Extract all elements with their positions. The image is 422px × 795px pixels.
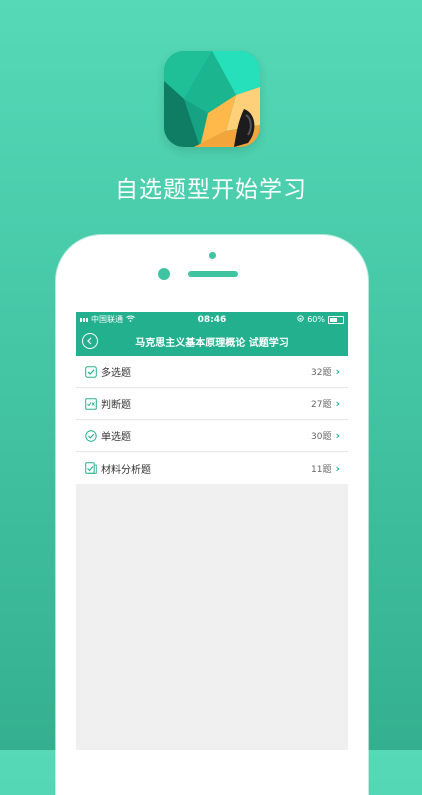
list-item-label: 材料分析题: [101, 464, 151, 476]
list-item-label: 多选题: [101, 368, 131, 379]
phone-camera: [209, 252, 216, 259]
status-bar: 中国联通 08:46 60%: [76, 312, 348, 327]
list-item-count: 27题: [311, 400, 332, 410]
phone-screen: 中国联通 08:46 60% 马克思主义基本原理概论 试题学习 多选题 32题 …: [76, 312, 348, 750]
battery-percent: 60%: [307, 315, 325, 324]
chevron-right-icon: ›: [335, 461, 340, 475]
list-item-label: 判断题: [101, 400, 131, 411]
carrier-label: 中国联通: [91, 315, 123, 324]
wifi-icon: [126, 315, 135, 324]
list-item-count: 11题: [311, 464, 332, 475]
back-arrow-icon: [87, 337, 92, 345]
checkbox-icon: [84, 365, 97, 378]
chevron-right-icon: ›: [335, 429, 340, 442]
tagline: 自选题型开始学习: [115, 177, 307, 203]
signal-icon: [80, 317, 88, 322]
chevron-right-icon: ›: [335, 397, 340, 410]
list-item-count: 30题: [311, 432, 332, 442]
list-item-material-analysis[interactable]: 材料分析题 11题 ›: [76, 452, 348, 484]
phone-speaker: [188, 271, 238, 277]
phone-sensor: [158, 268, 170, 280]
true-false-icon: [84, 397, 97, 410]
back-button[interactable]: [82, 333, 98, 349]
battery-icon: [328, 315, 344, 324]
page-title: 马克思主义基本原理概论 试题学习: [135, 338, 289, 349]
list-item-true-false[interactable]: 判断题 27题 ›: [76, 388, 348, 420]
list-item-count: 32题: [311, 368, 332, 378]
list-item-multiple-choice[interactable]: 多选题 32题 ›: [76, 356, 348, 388]
list-item-single-choice[interactable]: 单选题 30题 ›: [76, 420, 348, 452]
question-type-list: 多选题 32题 › 判断题 27题 › 单选题 30题 › 材料分析题 11题: [76, 356, 348, 484]
app-logo-icon: [164, 51, 260, 147]
nav-bar: 马克思主义基本原理概论 试题学习: [76, 327, 348, 356]
radio-check-icon: [84, 429, 97, 442]
rotation-lock-icon: [297, 315, 304, 324]
document-check-icon: [84, 462, 97, 475]
chevron-right-icon: ›: [335, 365, 340, 378]
list-item-label: 单选题: [101, 432, 131, 443]
